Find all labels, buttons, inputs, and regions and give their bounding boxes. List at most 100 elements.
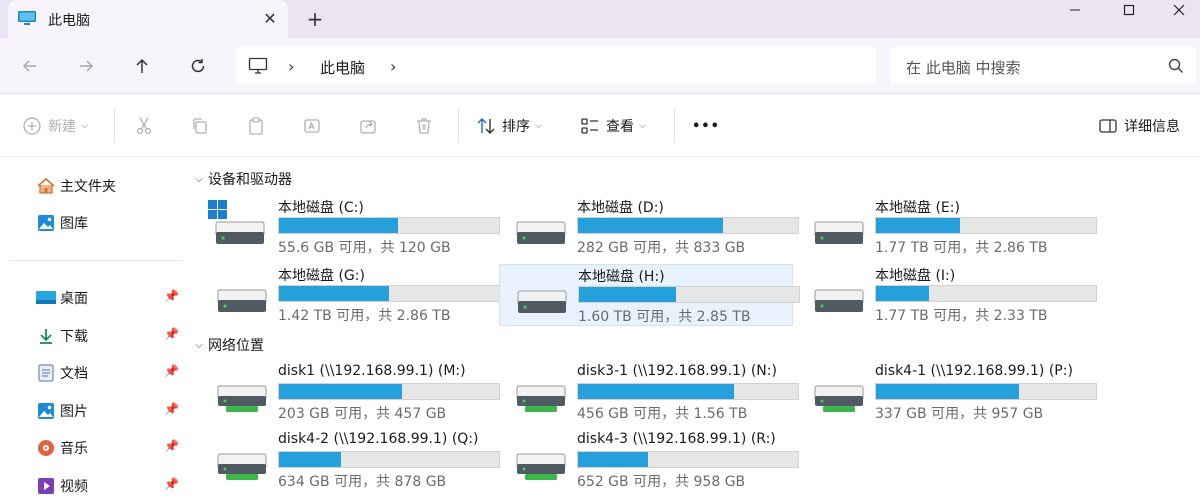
drive-usage-bar [578, 286, 800, 303]
hard-drive-icon [216, 276, 268, 316]
drive-capacity: 1.77 TB 可用，共 2.33 TB [875, 308, 1048, 324]
drive-usage-fill [579, 287, 676, 302]
network-drive-tile[interactable]: disk3-1 (\\192.168.99.1) (N:) 456 GB 可用，共… [499, 362, 799, 424]
drive-tile[interactable]: 本地磁盘 (E:) 1.77 TB 可用，共 2.86 TB [797, 196, 1097, 258]
pin-icon[interactable]: 📌 [164, 364, 179, 378]
sidebar-item-downloads[interactable]: 下载 📌 [36, 323, 186, 349]
copy-button[interactable] [190, 111, 210, 141]
sidebar-item-label: 下载 [60, 329, 88, 345]
new-button[interactable]: 新建 ⌵ [22, 111, 88, 141]
navigation-pane: 主文件夹 图库 桌面 📌 下载 📌 文档 📌 图片 📌 音乐 📌 视频 📌 [0, 158, 190, 501]
pin-icon[interactable]: 📌 [164, 289, 179, 303]
chevron-down-icon: ⌵ [81, 121, 88, 131]
sidebar-item-label: 主文件夹 [60, 179, 116, 195]
sort-icon [477, 118, 495, 134]
sidebar-item-pictures[interactable]: 图片 📌 [36, 398, 186, 424]
chevron-right-icon[interactable]: › [288, 57, 294, 76]
tab-bar: 此电脑 ✕ + [0, 0, 1200, 38]
sidebar-item-documents[interactable]: 文档 📌 [36, 360, 186, 386]
drive-usage-bar [875, 383, 1097, 400]
chevron-right-icon[interactable]: › [390, 57, 396, 76]
pin-icon[interactable]: 📌 [164, 402, 179, 416]
new-tab-button[interactable]: + [302, 6, 328, 32]
forward-button[interactable] [72, 52, 100, 80]
network-drive-tile[interactable]: disk4-1 (\\192.168.99.1) (P:) 337 GB 可用，共… [797, 362, 1097, 424]
trash-icon [417, 118, 431, 134]
network-drive-tile[interactable]: disk1 (\\192.168.99.1) (M:) 203 GB 可用，共 4… [200, 362, 500, 424]
details-pane-button[interactable]: 详细信息 [1098, 111, 1180, 141]
network-drive-tile[interactable]: disk4-3 (\\192.168.99.1) (R:) 652 GB 可用，共… [499, 430, 799, 492]
drive-tile[interactable]: 本地磁盘 (I:) 1.77 TB 可用，共 2.33 TB [797, 264, 1097, 326]
paste-icon [249, 117, 263, 135]
share-button[interactable] [358, 111, 378, 141]
pictures-icon [36, 402, 56, 420]
music-icon [36, 439, 56, 457]
sidebar-item-videos[interactable]: 视频 📌 [36, 473, 186, 499]
section-header-devices[interactable]: ⌵ 设备和驱动器 [190, 168, 292, 190]
more-options-button[interactable]: ••• [692, 111, 720, 141]
delete-button[interactable] [414, 111, 434, 141]
network-drive-tile[interactable]: disk4-2 (\\192.168.99.1) (Q:) 634 GB 可用，共… [200, 430, 500, 492]
minimize-button[interactable] [1052, 0, 1098, 20]
close-tab-icon[interactable]: ✕ [258, 6, 282, 30]
sidebar-divider [10, 260, 182, 261]
back-button[interactable] [16, 52, 44, 80]
drive-usage-fill [578, 218, 724, 233]
maximize-button[interactable] [1106, 0, 1152, 20]
drive-tile[interactable]: 本地磁盘 (D:) 282 GB 可用，共 833 GB [499, 196, 799, 258]
drive-usage-bar [577, 383, 799, 400]
rename-button[interactable] [302, 111, 322, 141]
toolbar-divider [458, 109, 459, 143]
drive-tile[interactable]: 本地磁盘 (H:) 1.60 TB 可用，共 2.85 TB [499, 264, 800, 326]
close-window-button[interactable] [1156, 0, 1200, 20]
drive-name: 本地磁盘 (C:) [278, 200, 364, 216]
view-button[interactable]: 查看 ⌵ [580, 111, 646, 141]
section-title: 网络位置 [208, 338, 264, 354]
tab-this-pc[interactable]: 此电脑 ✕ [8, 0, 288, 38]
close-icon [1173, 4, 1185, 16]
toolbar-divider [674, 109, 675, 143]
drive-usage-bar [278, 383, 500, 400]
monitor-icon [248, 57, 268, 74]
drive-name: disk3-1 (\\192.168.99.1) (N:) [577, 363, 777, 379]
details-label: 详细信息 [1124, 119, 1180, 135]
section-header-network[interactable]: ⌵ 网络位置 [190, 334, 264, 356]
view-icon [581, 118, 598, 134]
sort-button[interactable]: 排序 ⌵ [476, 111, 542, 141]
sidebar-item-music[interactable]: 音乐 📌 [36, 435, 186, 461]
drive-capacity: 1.60 TB 可用，共 2.85 TB [578, 309, 751, 325]
view-label: 查看 [606, 119, 634, 135]
search-input[interactable]: 在 此电脑 中搜索 [906, 57, 1021, 78]
drive-tile[interactable]: 本地磁盘 (C:) 55.6 GB 可用，共 120 GB [200, 196, 500, 258]
sidebar-item-label: 音乐 [60, 441, 88, 457]
drive-usage-fill [876, 286, 929, 301]
drive-usage-bar [577, 451, 799, 468]
refresh-button[interactable] [184, 52, 212, 80]
sidebar-item-desktop[interactable]: 桌面 📌 [36, 285, 186, 311]
drive-usage-bar [278, 285, 500, 302]
sidebar-item-gallery[interactable]: 图库 [36, 210, 186, 236]
drive-usage-fill [578, 452, 649, 467]
breadcrumb-this-pc[interactable]: 此电脑 [320, 57, 365, 78]
pin-icon[interactable]: 📌 [164, 439, 179, 453]
network-drive-icon [216, 442, 268, 482]
videos-icon [36, 477, 56, 495]
pin-icon[interactable]: 📌 [164, 477, 179, 491]
new-label: 新建 [48, 119, 76, 135]
search-box[interactable]: 在 此电脑 中搜索 [890, 47, 1196, 85]
chevron-down-icon[interactable]: ⌵ [190, 340, 208, 351]
hard-drive-icon [516, 277, 568, 317]
paste-button[interactable] [246, 111, 266, 141]
search-icon[interactable] [1168, 58, 1184, 74]
sidebar-item-label: 视频 [60, 479, 88, 495]
cut-button[interactable] [134, 111, 154, 141]
drive-tile[interactable]: 本地磁盘 (G:) 1.42 TB 可用，共 2.86 TB [200, 264, 500, 326]
address-bar[interactable]: › 此电脑 › [236, 47, 876, 85]
chevron-down-icon[interactable]: ⌵ [190, 174, 208, 185]
up-button[interactable] [128, 52, 156, 80]
home-icon [36, 177, 56, 195]
drive-usage-bar [577, 217, 799, 234]
sidebar-item-home[interactable]: 主文件夹 [36, 173, 186, 199]
command-bar: 新建 ⌵ 排序 ⌵ 查看 ⌵ ••• 详细信息 [0, 95, 1200, 157]
pin-icon[interactable]: 📌 [164, 327, 179, 341]
